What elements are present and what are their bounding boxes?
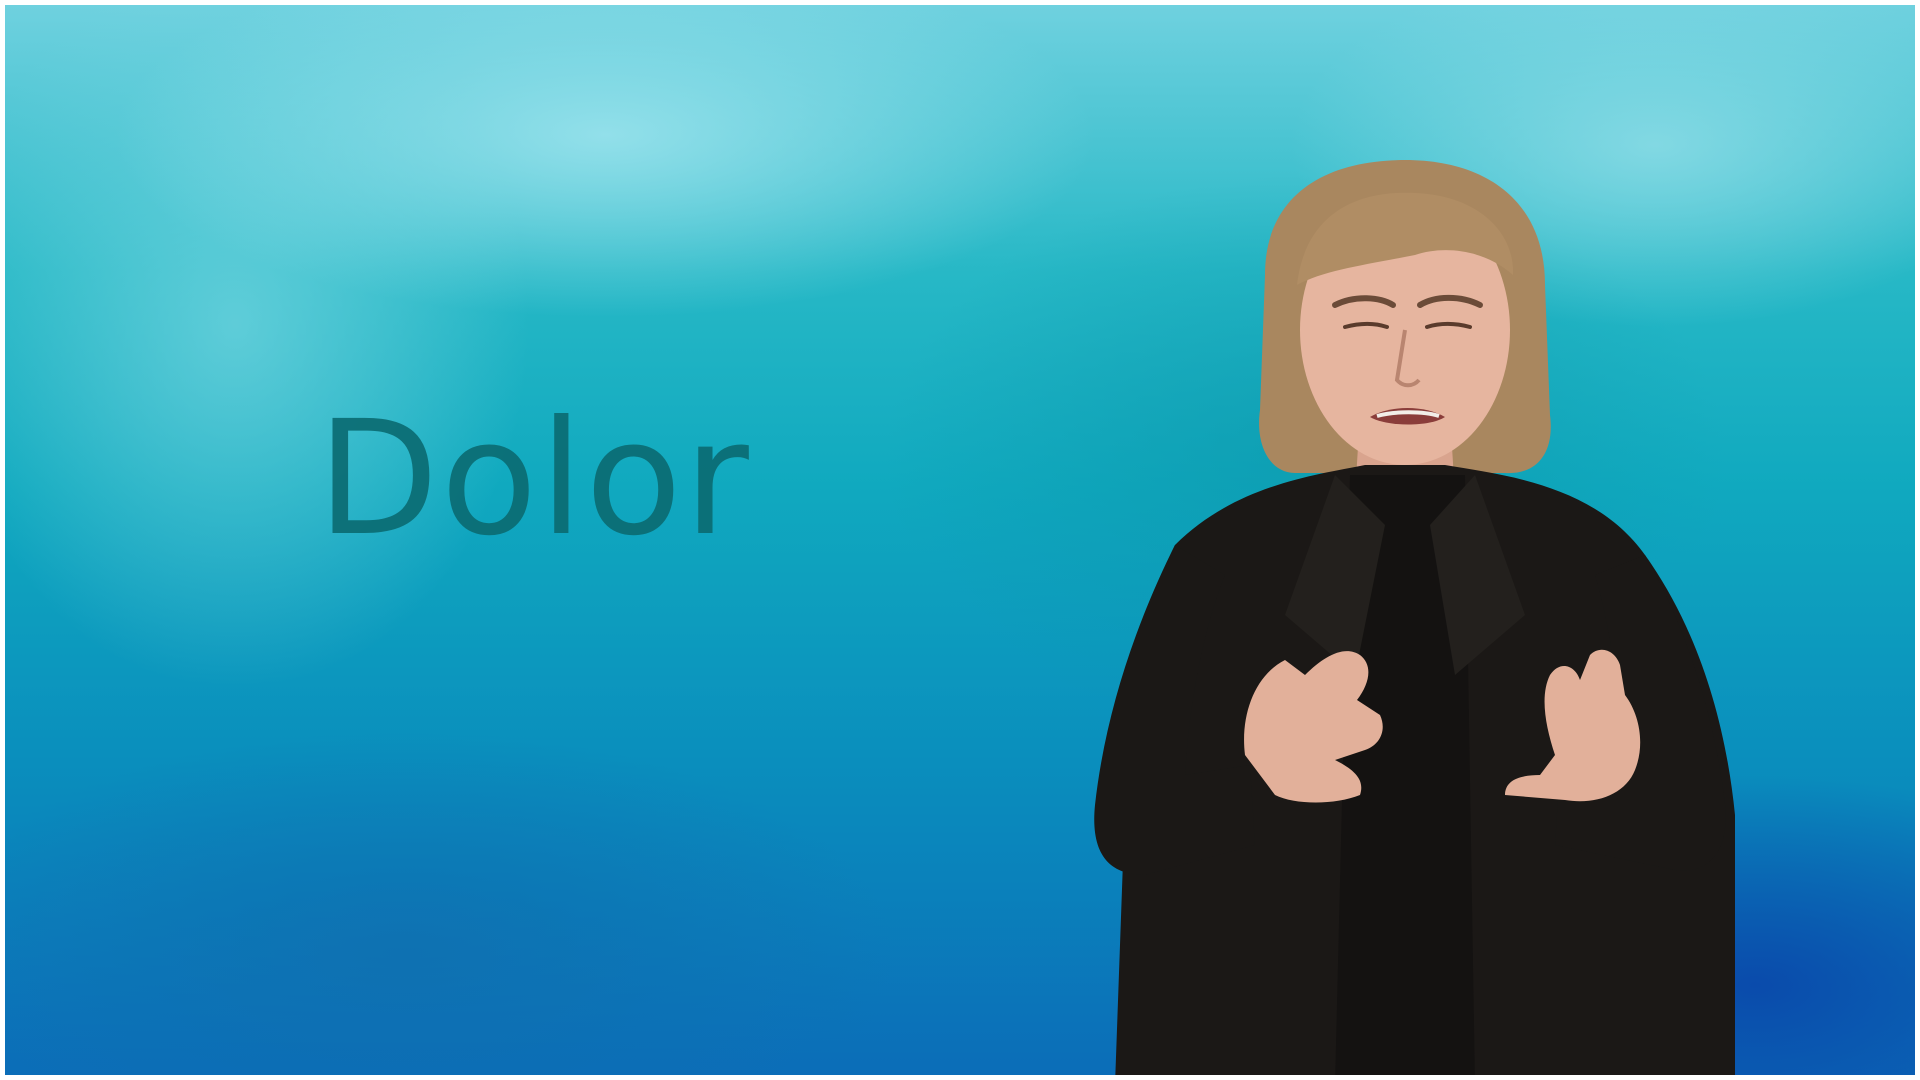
signer-figure [1094, 160, 1735, 1075]
slide-title: Dolor [317, 387, 751, 571]
video-frame: Dolor [5, 5, 1915, 1075]
